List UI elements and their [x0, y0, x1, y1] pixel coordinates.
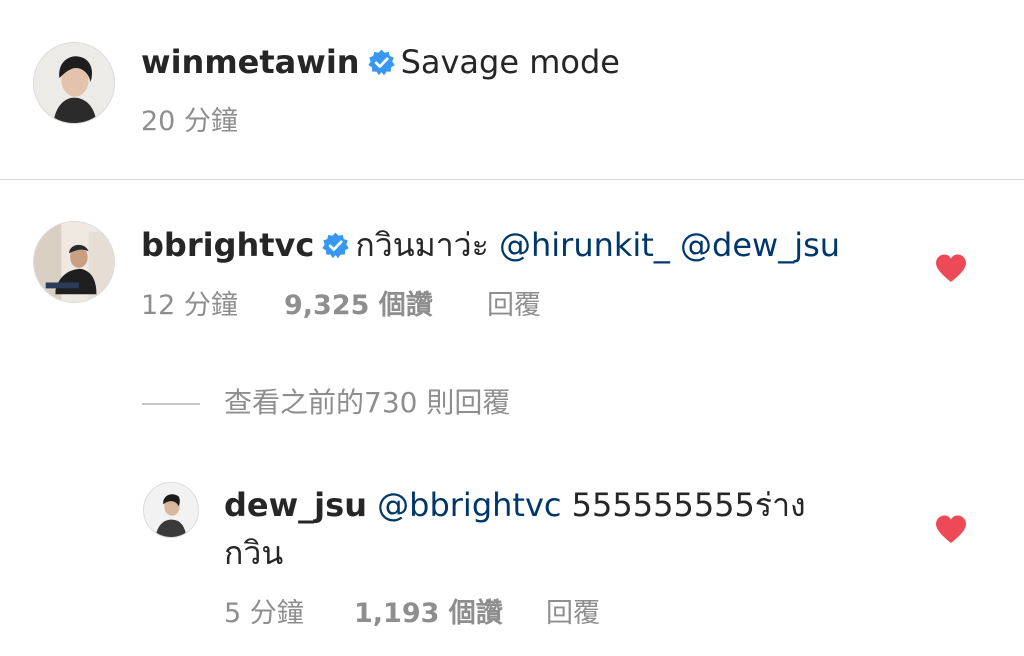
post-meta: 20 分鐘 — [141, 105, 238, 139]
mention-link[interactable]: @dew_jsu — [680, 226, 840, 264]
reply-text-line2: กวิน — [224, 534, 284, 572]
comment-meta: 12 分鐘 9,325 個讚 回覆 — [141, 289, 541, 323]
reply-username[interactable]: dew_jsu — [224, 486, 367, 524]
reply-meta: 5 分鐘 1,193 個讚 回覆 — [224, 597, 600, 631]
like-heart-icon[interactable] — [934, 514, 968, 544]
reply-text-line1: 555555555ร่าง — [571, 486, 806, 524]
mention-link[interactable]: @bbrightvc — [377, 486, 561, 524]
dash-divider — [142, 403, 200, 405]
comment-text: กวินมาว่ะ — [355, 226, 489, 264]
post-caption: Savage mode — [400, 43, 620, 81]
mention-link[interactable]: @hirunkit_ — [499, 226, 670, 264]
reply-button[interactable]: 回覆 — [487, 289, 541, 323]
divider — [0, 179, 1024, 180]
avatar-bbrightvc[interactable] — [33, 221, 115, 303]
reply-likes[interactable]: 1,193 個讚 — [354, 597, 546, 631]
reply-time: 5 分鐘 — [224, 598, 304, 629]
avatar-dew-jsu[interactable] — [143, 482, 199, 538]
view-previous-replies[interactable]: 查看之前的730 則回覆 — [142, 383, 510, 423]
reply-line-2: กวิน — [224, 533, 283, 573]
reply-line-1: dew_jsu @bbrightvc 555555555ร่าง — [224, 485, 806, 525]
post-caption-line: winmetawin Savage mode — [141, 42, 620, 82]
reply-button[interactable]: 回覆 — [546, 597, 600, 631]
avatar-winmetawin[interactable] — [33, 42, 115, 124]
verified-badge-icon — [322, 232, 350, 259]
post-time: 20 分鐘 — [141, 106, 238, 137]
avatar-image — [144, 483, 198, 537]
like-heart-icon[interactable] — [934, 253, 968, 283]
comment-time: 12 分鐘 — [141, 290, 238, 321]
comment-username[interactable]: bbrightvc — [141, 226, 314, 264]
avatar-image — [34, 43, 114, 123]
post-username[interactable]: winmetawin — [141, 43, 360, 81]
verified-badge-icon — [367, 49, 395, 76]
comment-line: bbrightvc กวินมาว่ะ @hirunkit_ @dew_jsu — [141, 225, 840, 265]
comment-likes[interactable]: 9,325 個讚 — [284, 289, 487, 323]
view-previous-label: 查看之前的730 則回覆 — [224, 386, 511, 419]
avatar-image — [34, 222, 114, 302]
